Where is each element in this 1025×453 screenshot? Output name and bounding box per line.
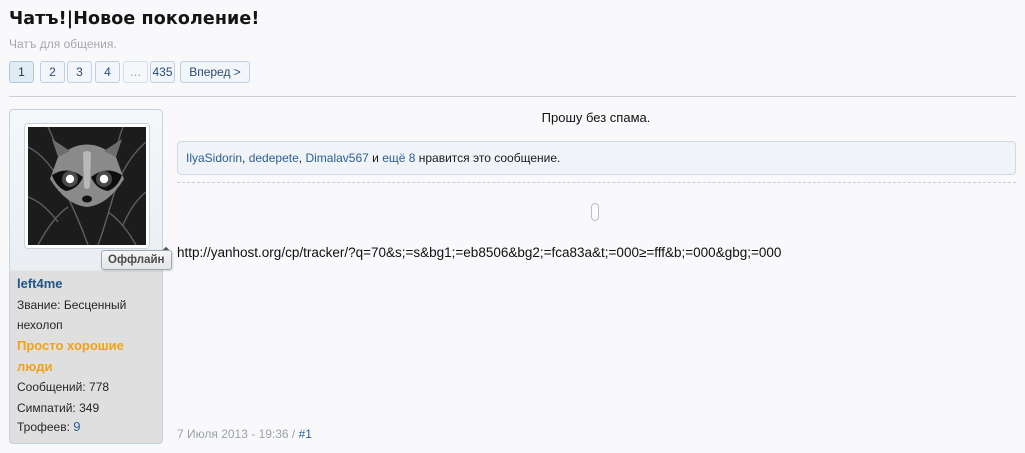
likes-stat: Симпатий: 349 <box>17 398 99 418</box>
liker-separator: , <box>242 151 249 165</box>
page-4-button[interactable]: 4 <box>95 61 120 83</box>
messages-value: 778 <box>89 380 110 394</box>
page-2-button[interactable]: 2 <box>40 61 65 83</box>
trophies-stat: Трофеев: 9 <box>17 417 81 437</box>
page-last-button[interactable]: 435 <box>150 61 175 83</box>
thread-subtitle: Чатъ для общения. <box>9 37 117 51</box>
post-divider <box>177 182 1016 183</box>
liker-link[interactable]: IlyaSidorin <box>186 151 242 165</box>
messages-label: Сообщений: <box>17 380 86 394</box>
header-divider <box>9 96 1016 97</box>
liker-link[interactable]: Dimalav567 <box>305 151 368 165</box>
messages-stat: Сообщений: 778 <box>17 377 109 397</box>
rank-label: Звание: <box>17 298 61 312</box>
status-badge: Оффлайн <box>101 250 172 270</box>
embed-scroll-handle[interactable] <box>591 203 599 221</box>
message-text: Прошу без спама. <box>541 110 651 125</box>
page-ellipsis[interactable]: … <box>123 61 148 83</box>
post-permalink[interactable]: #1 <box>299 427 312 441</box>
post-meta: 7 Июля 2013 - 19:36 / #1 <box>177 427 312 441</box>
username-link[interactable]: left4me <box>17 276 63 291</box>
likes-summary: IlyaSidorin, dedepete, Dimalav567 и ещё … <box>177 141 1016 175</box>
more-likers-link[interactable]: ещё 8 <box>382 151 415 165</box>
avatar[interactable] <box>28 127 146 245</box>
page-1-button[interactable]: 1 <box>9 61 34 83</box>
meta-separator: / <box>288 427 299 441</box>
liker-and: и <box>368 151 383 165</box>
likes-value: 349 <box>79 401 100 415</box>
next-page-button[interactable]: Вперед > <box>180 61 250 83</box>
avatar-frame[interactable] <box>24 123 150 249</box>
user-rank: Звание: Бесценный нехолоп <box>17 295 157 335</box>
user-info-panel: Оффлайн left4me Звание: Бесценный нехоло… <box>9 109 172 444</box>
post-url-text: http://yanhost.org/cp/tracker/?q=70&s;=s… <box>177 245 782 260</box>
trophies-label: Трофеев: <box>17 420 70 434</box>
user-group: Просто хорошие люди <box>17 338 124 374</box>
trophies-link[interactable]: 9 <box>73 419 80 434</box>
liker-link[interactable]: dedepete <box>249 151 299 165</box>
likes-suffix: нравится это сообщение. <box>415 151 561 165</box>
thread-title: Чатъ!|Новое поколение! <box>9 9 260 29</box>
post-date: 7 Июля 2013 - 19:36 <box>177 427 289 441</box>
likes-label: Симпатий: <box>17 401 76 415</box>
page-3-button[interactable]: 3 <box>67 61 92 83</box>
